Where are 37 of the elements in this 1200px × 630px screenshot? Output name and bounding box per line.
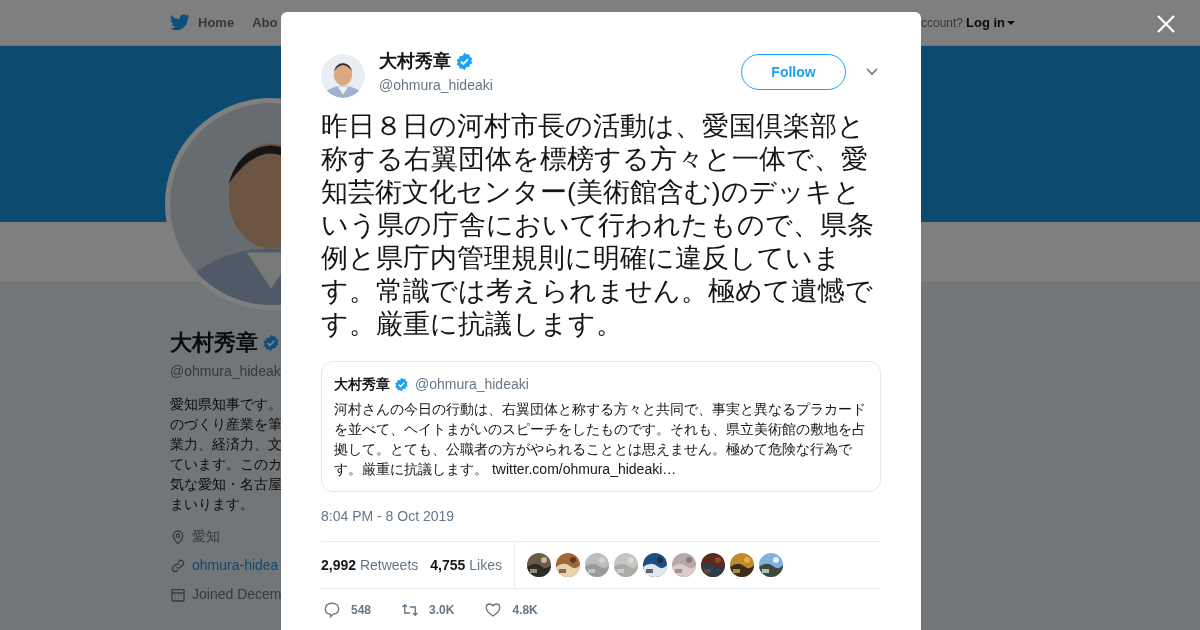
retweet-icon bbox=[401, 601, 420, 619]
tweet-timestamp: 8:04 PM - 8 Oct 2019 bbox=[321, 507, 455, 526]
reply-icon bbox=[323, 601, 341, 619]
login-link[interactable]: Log in bbox=[966, 12, 1015, 33]
bio-line: のづくり産業を筆 bbox=[170, 415, 282, 434]
profile-location: 愛知 bbox=[192, 527, 220, 546]
location-pin-icon bbox=[170, 528, 186, 545]
close-icon bbox=[1156, 14, 1176, 34]
heart-icon bbox=[484, 601, 503, 619]
author-handle: @ohmura_hideaki bbox=[379, 76, 493, 95]
nav-link[interactable]: Abo bbox=[252, 12, 278, 33]
stat-count[interactable]: 2,992 Retweets bbox=[321, 554, 419, 576]
quoted-tweet-text: 河村さんの今日の行動は、右翼団体と称する方々と共同で、事実と異なるプラカードを並べて、ヘイトまがいのスピーチをしたものです。それも、県立美術館の敷地を占拠して。とても、公職者の方がやられることとは思えません。極めて危険な行為です。厳重に抗議します。 twitter.com/ohmura_hideaki… bbox=[334, 400, 867, 479]
action-count: 3.0K bbox=[429, 602, 455, 619]
bio-line: 気な愛知・名古屋 bbox=[170, 475, 282, 494]
action-count: 4.8K bbox=[512, 602, 538, 619]
profile-handle: @ohmura_hideak bbox=[170, 362, 282, 381]
quoted-tweet-link[interactable]: twitter.com/ohmura_hideaki… bbox=[491, 461, 677, 477]
chevron-down-icon[interactable] bbox=[865, 67, 879, 77]
calendar-icon bbox=[170, 586, 186, 603]
profile-joined: Joined Decem bbox=[192, 585, 282, 604]
quoted-tweet[interactable]: 大村秀章 @ohmura_hideaki 河村さんの今日の行動は、右翼団体と称する方々と共同で、事実と異なるプラカードを並べて、ヘイトまがいのスピーチをしたものです。それも、県立美術館の敷地を占拠して。とても、公職者の方がやられることとは思えません。極めて危険な行為です。厳重に抗議します。 twitter.com/ohmura_hideaki… bbox=[321, 361, 881, 492]
bio-line: まいります。 bbox=[170, 495, 254, 514]
link-icon bbox=[170, 557, 186, 574]
bird-logo-icon bbox=[170, 14, 190, 31]
account-prompt: ccount? bbox=[920, 14, 963, 32]
stat-count[interactable]: 4,755 Likes bbox=[430, 554, 502, 576]
author-name: 大村秀章 bbox=[379, 50, 451, 73]
bio-line: ています。このカ bbox=[170, 455, 282, 474]
profile-name: 大村秀章 bbox=[170, 329, 258, 357]
tweet-text: 昨日８日の河村市長の活動は、愛国倶楽部と称する右翼団体を標榜する方々と一体で、愛知芸術文化センター(美術館含む)のデッキという県の庁舎において行われたもので、県条例と県庁内管理規則に明確に違反しています。常識では考えられません。極めて遺憾です。厳重に抗議します。 bbox=[321, 110, 875, 341]
bio-line: 愛知県知事です。 bbox=[170, 395, 282, 414]
action-count: 548 bbox=[351, 602, 372, 619]
quoted-author-handle: @ohmura_hideaki bbox=[415, 375, 529, 394]
quoted-author-name: 大村秀章 bbox=[334, 375, 390, 394]
nav-link[interactable]: Home bbox=[198, 12, 235, 33]
bio-line: 業力、経済力、文 bbox=[170, 435, 282, 454]
